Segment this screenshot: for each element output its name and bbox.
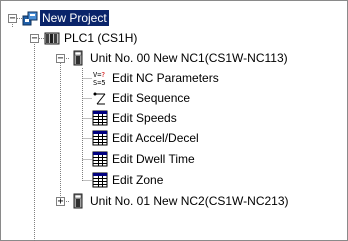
collapse-toggle-plc[interactable]: − <box>30 34 39 44</box>
tree-item-label-edit-speeds[interactable]: Edit Speeds <box>110 110 179 126</box>
svg-text:?: ? <box>101 71 105 79</box>
tree-item-label-edit-dwell-time[interactable]: Edit Dwell Time <box>110 151 197 167</box>
svg-text:S=5: S=5 <box>93 79 106 86</box>
tree-item-label-edit-accel-decel[interactable]: Edit Accel/Decel <box>110 130 201 146</box>
tree-item-label-unit-00[interactable]: Unit No. 00 New NC1(CS1W-NC113) <box>88 50 290 66</box>
collapse-toggle-root[interactable]: − <box>8 14 17 24</box>
tree-item-label-edit-zone[interactable]: Edit Zone <box>110 172 165 188</box>
plc-icon <box>44 30 60 46</box>
unit-icon <box>70 50 86 66</box>
table-icon <box>92 130 108 146</box>
nc-parameters-icon: V= ? S=5 <box>92 70 108 87</box>
tree-item-label-root[interactable]: New Project <box>40 10 109 26</box>
table-icon <box>92 151 108 167</box>
sequence-icon <box>92 90 108 106</box>
tree-item-label-edit-nc-parameters[interactable]: Edit NC Parameters <box>110 70 221 86</box>
tree-item-label-plc[interactable]: PLC1 (CS1H) <box>62 30 139 46</box>
table-icon <box>92 172 108 188</box>
expand-toggle-unit-01[interactable]: + <box>56 197 65 207</box>
tree-item-label-edit-sequence[interactable]: Edit Sequence <box>110 90 192 106</box>
table-icon <box>92 110 108 126</box>
project-icon <box>22 10 38 26</box>
unit-icon <box>70 193 86 209</box>
project-tree: − New Project − PLC1 (CS1H) − Unit No. 0… <box>0 0 348 241</box>
tree-item-label-unit-01[interactable]: Unit No. 01 New NC2(CS1W-NC213) <box>88 193 291 209</box>
collapse-toggle-unit-00[interactable]: − <box>56 54 65 64</box>
